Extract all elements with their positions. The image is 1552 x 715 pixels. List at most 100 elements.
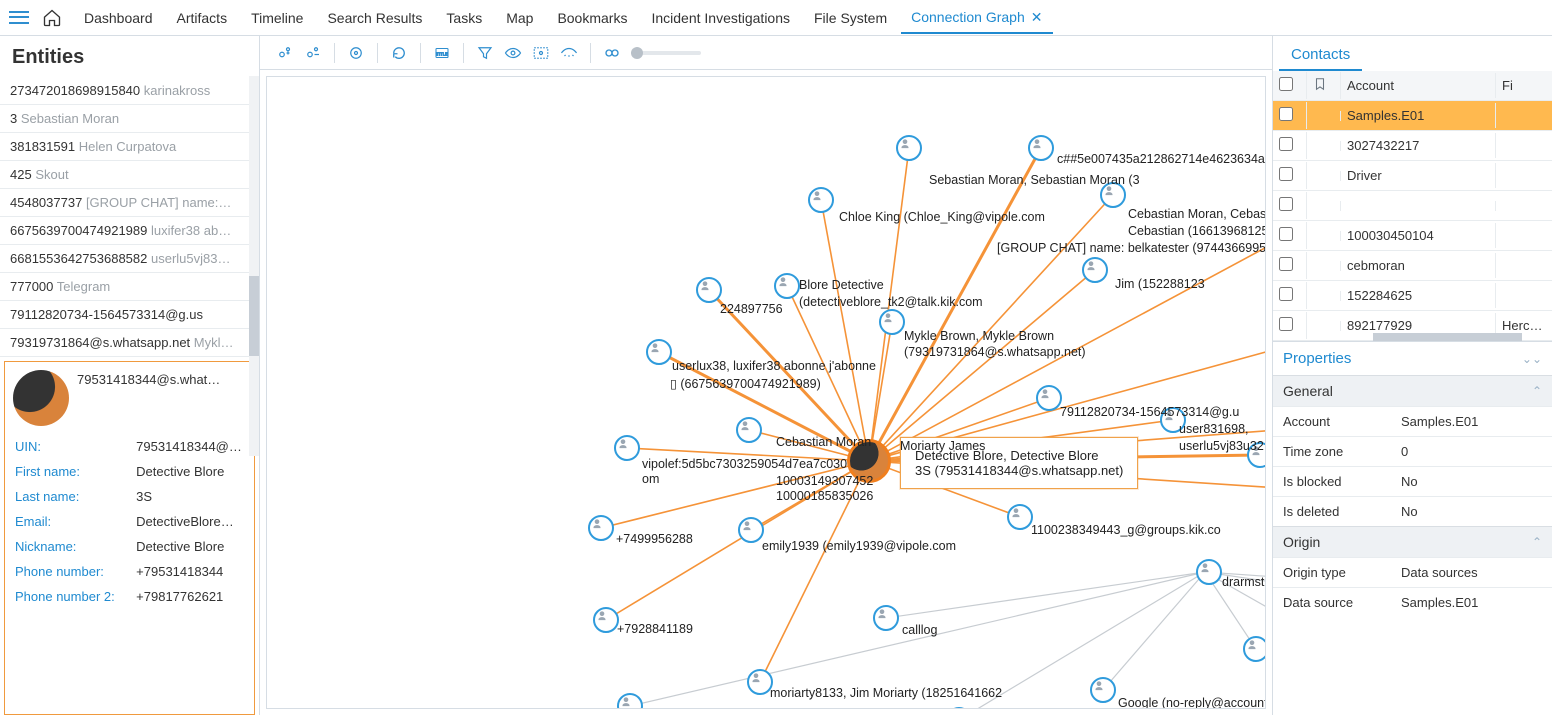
tab-bookmarks[interactable]: Bookmarks [547, 2, 637, 34]
graph-node[interactable] [1100, 182, 1126, 208]
table-row[interactable]: 3027432217 [1273, 131, 1552, 161]
tab-connection-graph[interactable]: Connection Graph✕ [901, 1, 1052, 34]
tab-bar: Dashboard Artifacts Timeline Search Resu… [0, 0, 1552, 36]
entity-item[interactable]: 6675639700474921989 luxifer38 ab… [0, 217, 259, 245]
hide-icon[interactable] [556, 40, 582, 66]
avatar [13, 370, 69, 426]
entity-item[interactable]: 4548037737 [GROUP CHAT] name:… [0, 189, 259, 217]
table-row[interactable] [1273, 191, 1552, 221]
graph-node[interactable] [646, 339, 672, 365]
entity-list[interactable]: 273472018698915840 karinakross3 Sebastia… [0, 77, 259, 357]
entity-item[interactable]: 79319731864@s.whatsapp.net Mykl… [0, 329, 259, 357]
col-account[interactable]: Account [1341, 73, 1496, 98]
row-checkbox[interactable] [1279, 107, 1293, 121]
field-key: Nickname: [13, 534, 134, 559]
graph-node[interactable] [736, 417, 762, 443]
properties-panel: Properties ⌄⌄ General⌃ AccountSamples.E0… [1273, 341, 1552, 617]
tab-tasks[interactable]: Tasks [436, 2, 492, 34]
graph-node[interactable] [1247, 442, 1266, 468]
entity-item[interactable]: 425 Skout [0, 161, 259, 189]
graph-node[interactable] [588, 515, 614, 541]
contacts-grid[interactable]: Samples.E013027432217Driver 100030450104c… [1273, 101, 1552, 341]
row-checkbox[interactable] [1279, 317, 1293, 331]
field-value: +79817762621 [134, 584, 246, 609]
title-toggle-icon[interactable]: TITLE [429, 40, 455, 66]
property-row: Time zone0 [1273, 436, 1552, 466]
origin-section-header[interactable]: Origin⌃ [1273, 526, 1552, 557]
field-value: +79531418344 [134, 559, 246, 584]
entity-item[interactable]: 79112820734-1564573314@g.us [0, 301, 259, 329]
table-row[interactable]: Samples.E01 [1273, 101, 1552, 131]
link-icon[interactable] [599, 40, 625, 66]
properties-title: Properties [1283, 350, 1351, 367]
scrollbar[interactable] [249, 76, 259, 456]
graph-node[interactable] [593, 607, 619, 633]
graph-node[interactable] [808, 187, 834, 213]
row-checkbox[interactable] [1279, 257, 1293, 271]
graph-node[interactable] [1007, 504, 1033, 530]
chevron-down-icon[interactable]: ⌄⌄ [1522, 352, 1542, 366]
show-all-icon[interactable] [500, 40, 526, 66]
add-node-icon[interactable] [272, 40, 298, 66]
graph-node[interactable] [747, 669, 773, 695]
row-checkbox[interactable] [1279, 137, 1293, 151]
property-row: AccountSamples.E01 [1273, 406, 1552, 436]
remove-node-icon[interactable] [300, 40, 326, 66]
field-key: First name: [13, 459, 134, 484]
tab-timeline[interactable]: Timeline [241, 2, 313, 34]
show-selected-icon[interactable] [528, 40, 554, 66]
graph-node[interactable] [1036, 385, 1062, 411]
graph-node[interactable] [1160, 407, 1186, 433]
tab-map[interactable]: Map [496, 2, 543, 34]
graph-node[interactable] [1196, 559, 1222, 585]
row-checkbox[interactable] [1279, 287, 1293, 301]
entity-item[interactable]: 777000 Telegram [0, 273, 259, 301]
entities-panel: Entities 273472018698915840 karinakross3… [0, 36, 260, 715]
graph-canvas[interactable]: Cebastian Moran 10003149307452 100001858… [266, 76, 1266, 709]
selected-entity-card: 79531418344@s.what… UIN:79531418344@…Fir… [4, 361, 255, 715]
home-icon[interactable] [40, 6, 64, 30]
graph-center-node[interactable] [847, 439, 891, 483]
refresh-icon[interactable] [386, 40, 412, 66]
graph-node[interactable] [896, 135, 922, 161]
table-row[interactable]: Driver [1273, 161, 1552, 191]
graph-node[interactable] [696, 277, 722, 303]
graph-node[interactable] [1028, 135, 1054, 161]
tab-search-results[interactable]: Search Results [317, 2, 432, 34]
bookmark-icon[interactable] [1307, 72, 1341, 99]
row-checkbox[interactable] [1279, 227, 1293, 241]
graph-node[interactable] [879, 309, 905, 335]
graph-node[interactable] [738, 517, 764, 543]
graph-node[interactable] [1090, 677, 1116, 703]
close-icon[interactable]: ✕ [1031, 9, 1043, 25]
select-all-checkbox[interactable] [1279, 77, 1293, 91]
entity-item[interactable]: 381831591 Helen Curpatova [0, 133, 259, 161]
filter-icon[interactable] [472, 40, 498, 66]
tab-incident-investigations[interactable]: Incident Investigations [641, 2, 800, 34]
col-first[interactable]: Fi [1496, 73, 1552, 98]
graph-node[interactable] [614, 435, 640, 461]
zoom-slider[interactable] [631, 51, 701, 55]
graph-node[interactable] [1243, 636, 1266, 662]
target-icon[interactable] [343, 40, 369, 66]
entity-item[interactable]: 273472018698915840 karinakross [0, 77, 259, 105]
menu-icon[interactable] [8, 7, 30, 29]
field-key: Phone number: [13, 559, 134, 584]
tab-artifacts[interactable]: Artifacts [167, 2, 238, 34]
selected-entity-title: 79531418344@s.what… [77, 370, 246, 387]
entity-item[interactable]: 6681553642753688582 userlu5vj83… [0, 245, 259, 273]
property-row: Origin typeData sources [1273, 557, 1552, 587]
table-row[interactable]: cebmoran [1273, 251, 1552, 281]
tab-file-system[interactable]: File System [804, 2, 897, 34]
graph-node[interactable] [873, 605, 899, 631]
table-row[interactable]: 152284625 [1273, 281, 1552, 311]
graph-node[interactable] [774, 273, 800, 299]
entity-item[interactable]: 3 Sebastian Moran [0, 105, 259, 133]
general-section-header[interactable]: General⌃ [1273, 375, 1552, 406]
property-row: Is deletedNo [1273, 496, 1552, 526]
graph-node[interactable] [1082, 257, 1108, 283]
tab-dashboard[interactable]: Dashboard [74, 2, 163, 34]
table-row[interactable]: 100030450104 [1273, 221, 1552, 251]
row-checkbox[interactable] [1279, 167, 1293, 181]
row-checkbox[interactable] [1279, 197, 1293, 211]
